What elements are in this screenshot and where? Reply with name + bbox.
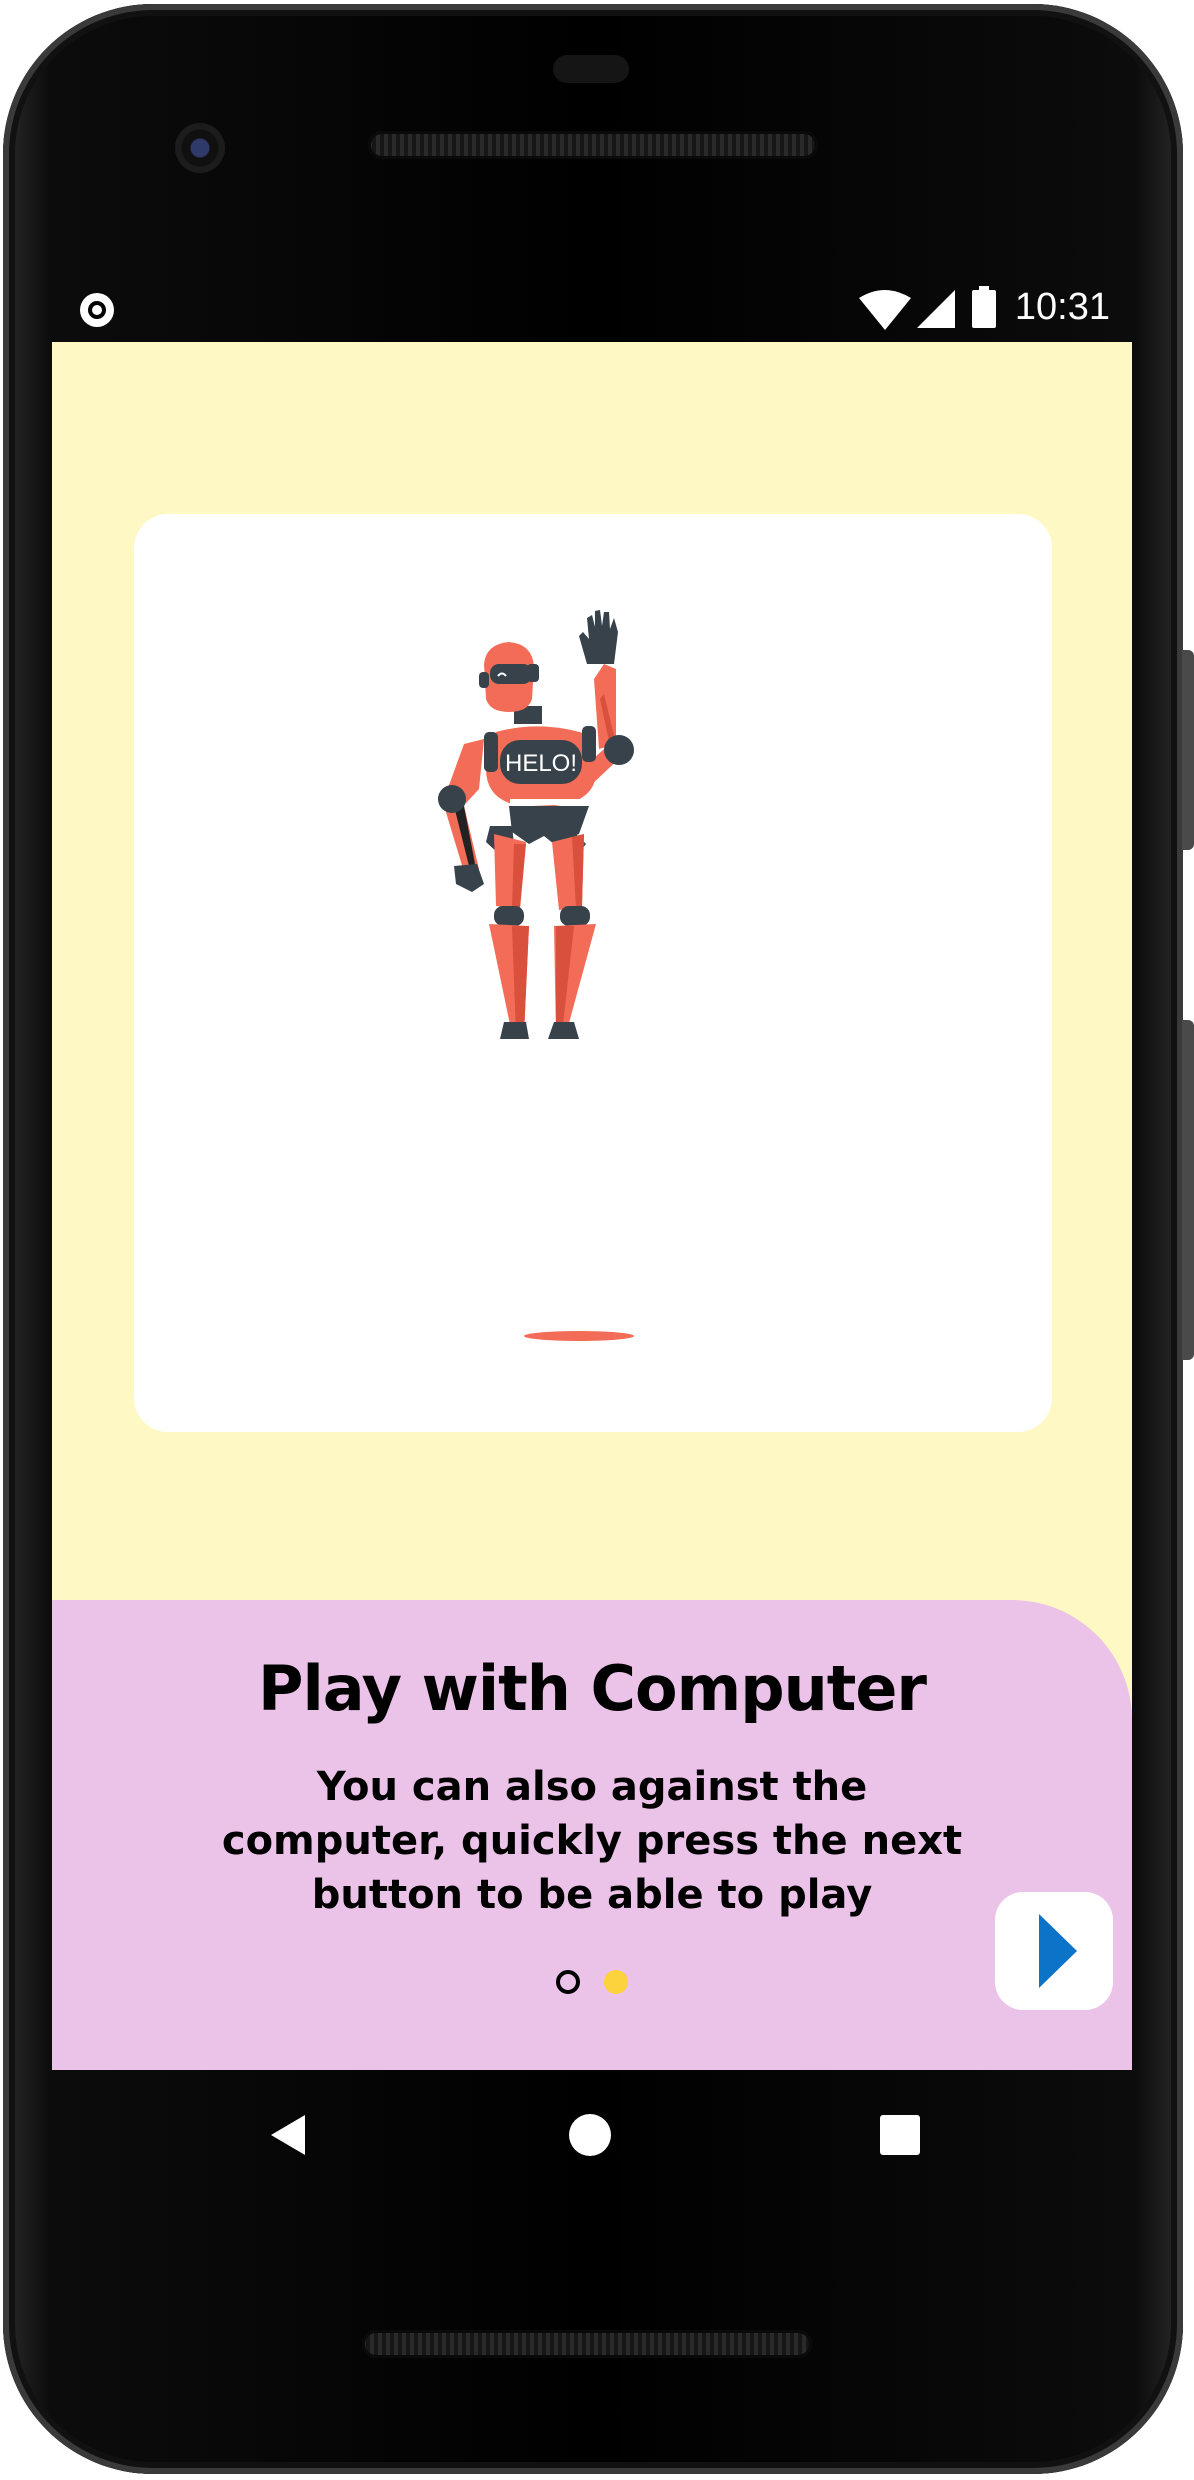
volume-button xyxy=(1182,1020,1194,1360)
robot-illustration: HELO! xyxy=(438,610,634,1341)
phone-frame: 10:31 HELO! Play with Computer You can a… xyxy=(0,0,1194,2480)
record-icon xyxy=(80,293,114,327)
page-dot-1[interactable] xyxy=(556,1970,580,1994)
play-arrow-icon xyxy=(1039,1914,1077,1988)
status-bar: 10:31 xyxy=(52,280,1132,340)
front-camera-icon xyxy=(175,123,225,173)
home-icon[interactable] xyxy=(565,2110,615,2160)
onboarding-description: You can also against the computer, quick… xyxy=(221,1764,963,1918)
earpiece-slot xyxy=(553,55,629,83)
wifi-icon xyxy=(859,290,911,330)
back-icon[interactable] xyxy=(265,2110,315,2160)
onboarding-text-panel: Play with Computer You can also against … xyxy=(52,1600,1132,2070)
onboarding-screen: HELO! Play with Computer You can also ag… xyxy=(52,342,1132,2070)
page-dot-2-active[interactable] xyxy=(604,1970,628,1994)
robot-chest-text: HELO! xyxy=(505,750,577,777)
illustration-card: HELO! xyxy=(134,514,1052,1432)
recents-icon[interactable] xyxy=(875,2110,925,2160)
power-button xyxy=(1182,650,1194,850)
next-button[interactable] xyxy=(995,1892,1113,2010)
cellular-signal-icon xyxy=(917,290,955,328)
system-nav-bar xyxy=(52,2070,1132,2200)
bottom-speaker-grille xyxy=(362,2330,812,2358)
top-speaker-grille xyxy=(368,131,818,159)
status-time: 10:31 xyxy=(1014,286,1110,328)
battery-icon xyxy=(972,286,996,328)
page-indicator xyxy=(52,1970,1132,1994)
onboarding-title: Play with Computer xyxy=(258,1652,927,1725)
